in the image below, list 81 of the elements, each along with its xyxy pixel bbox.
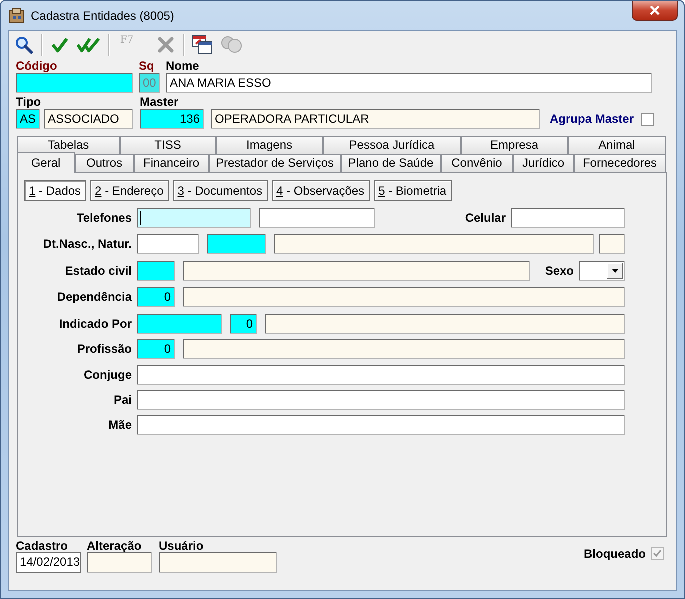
field-label: Alteração [87,540,143,552]
text-field[interactable] [207,234,266,254]
field-label: Tipo [16,96,42,109]
tab[interactable]: Imagens [216,136,323,154]
text-field[interactable]: 0 [137,287,175,307]
tab[interactable]: Prestador de Serviços [209,154,341,172]
text-field[interactable] [265,314,625,334]
text-field[interactable] [274,234,594,254]
field-label: Master [140,96,180,109]
text-field[interactable]: 136 [140,109,204,129]
field-label: Nome [166,60,200,73]
text-field[interactable]: ANA MARIA ESSO [166,73,652,93]
tab[interactable]: 2 - Endereço [90,180,169,201]
field-label: Telefones [76,211,132,225]
check-icon [51,37,69,53]
text-field[interactable] [137,365,625,385]
text-field[interactable] [599,234,625,254]
text-field[interactable] [137,314,222,334]
text-field[interactable]: 0 [230,314,257,334]
tab[interactable]: Fornecedores [574,154,666,172]
tab[interactable]: TISS [120,136,216,154]
tab[interactable]: Plano de Saúde [341,154,441,172]
field-label: Conjuge [83,368,132,382]
tab[interactable]: Geral [17,152,75,173]
tab[interactable]: 1 - Dados [24,180,86,201]
window-title: Cadastra Entidades (8005) [31,8,174,22]
field-label: Agrupa Master [550,112,634,126]
tab[interactable]: Pessoa Jurídica [323,136,461,154]
app-icon [9,8,25,24]
tab[interactable]: Empresa [461,136,568,154]
tab[interactable]: Animal [568,136,666,154]
tab[interactable]: 3 - Documentos [172,180,268,201]
text-field[interactable]: 0 [137,339,175,359]
field-label: Cadastro [16,540,70,552]
field-label: Sexo [545,264,574,278]
text-field[interactable] [16,73,133,93]
field-label: Indicado Por [58,317,132,331]
field-label: Estado civil [64,264,132,278]
close-button[interactable] [632,1,678,21]
tab[interactable]: Outros [75,154,134,172]
text-field[interactable] [183,339,625,359]
text-field[interactable]: ASSOCIADO [44,109,133,129]
field-label: Sq [139,60,156,73]
field-label: Celular [465,211,506,225]
x-icon [158,37,174,53]
dropdown[interactable] [579,261,625,281]
text-field[interactable] [87,552,152,573]
text-field[interactable]: 14/02/2013 [16,552,81,573]
close-icon [650,6,660,15]
field-label: Mãe [108,418,132,432]
tab[interactable]: Jurídico [513,154,574,172]
tab[interactable]: 4 - Observações [272,180,370,201]
tab[interactable]: Convênio [441,154,513,172]
field-label: Pai [112,393,132,407]
tab[interactable]: 5 - Biometria [374,180,452,201]
tab[interactable]: Tabelas [17,136,120,154]
text-field[interactable]: AS [16,109,40,129]
text-field[interactable] [511,208,625,228]
field-label: Bloqueado [584,548,646,560]
tab[interactable]: Financeiro [134,154,209,172]
double-check-icon [77,37,101,53]
field-label: Profissão [76,342,132,356]
text-field[interactable] [137,415,625,435]
field-label: Código [16,60,58,73]
text-field[interactable] [137,208,251,228]
text-field[interactable] [183,287,625,307]
field-label: Usuário [159,540,205,552]
coins-icon [221,35,243,55]
field-label: Dependência [56,290,132,304]
checkbox[interactable] [641,112,654,126]
text-field[interactable] [159,552,277,573]
search-icon [15,36,33,54]
text-field[interactable] [137,261,175,281]
field-label: Dt.Nasc., Natur. [42,237,132,251]
text-field[interactable] [137,390,625,410]
text-field[interactable] [137,234,199,254]
windows-icon [192,35,214,55]
text-field[interactable]: OPERADORA PARTICULAR [211,109,540,129]
caret-icon [612,269,618,273]
text-field[interactable] [259,208,375,228]
text-field[interactable] [183,261,530,281]
